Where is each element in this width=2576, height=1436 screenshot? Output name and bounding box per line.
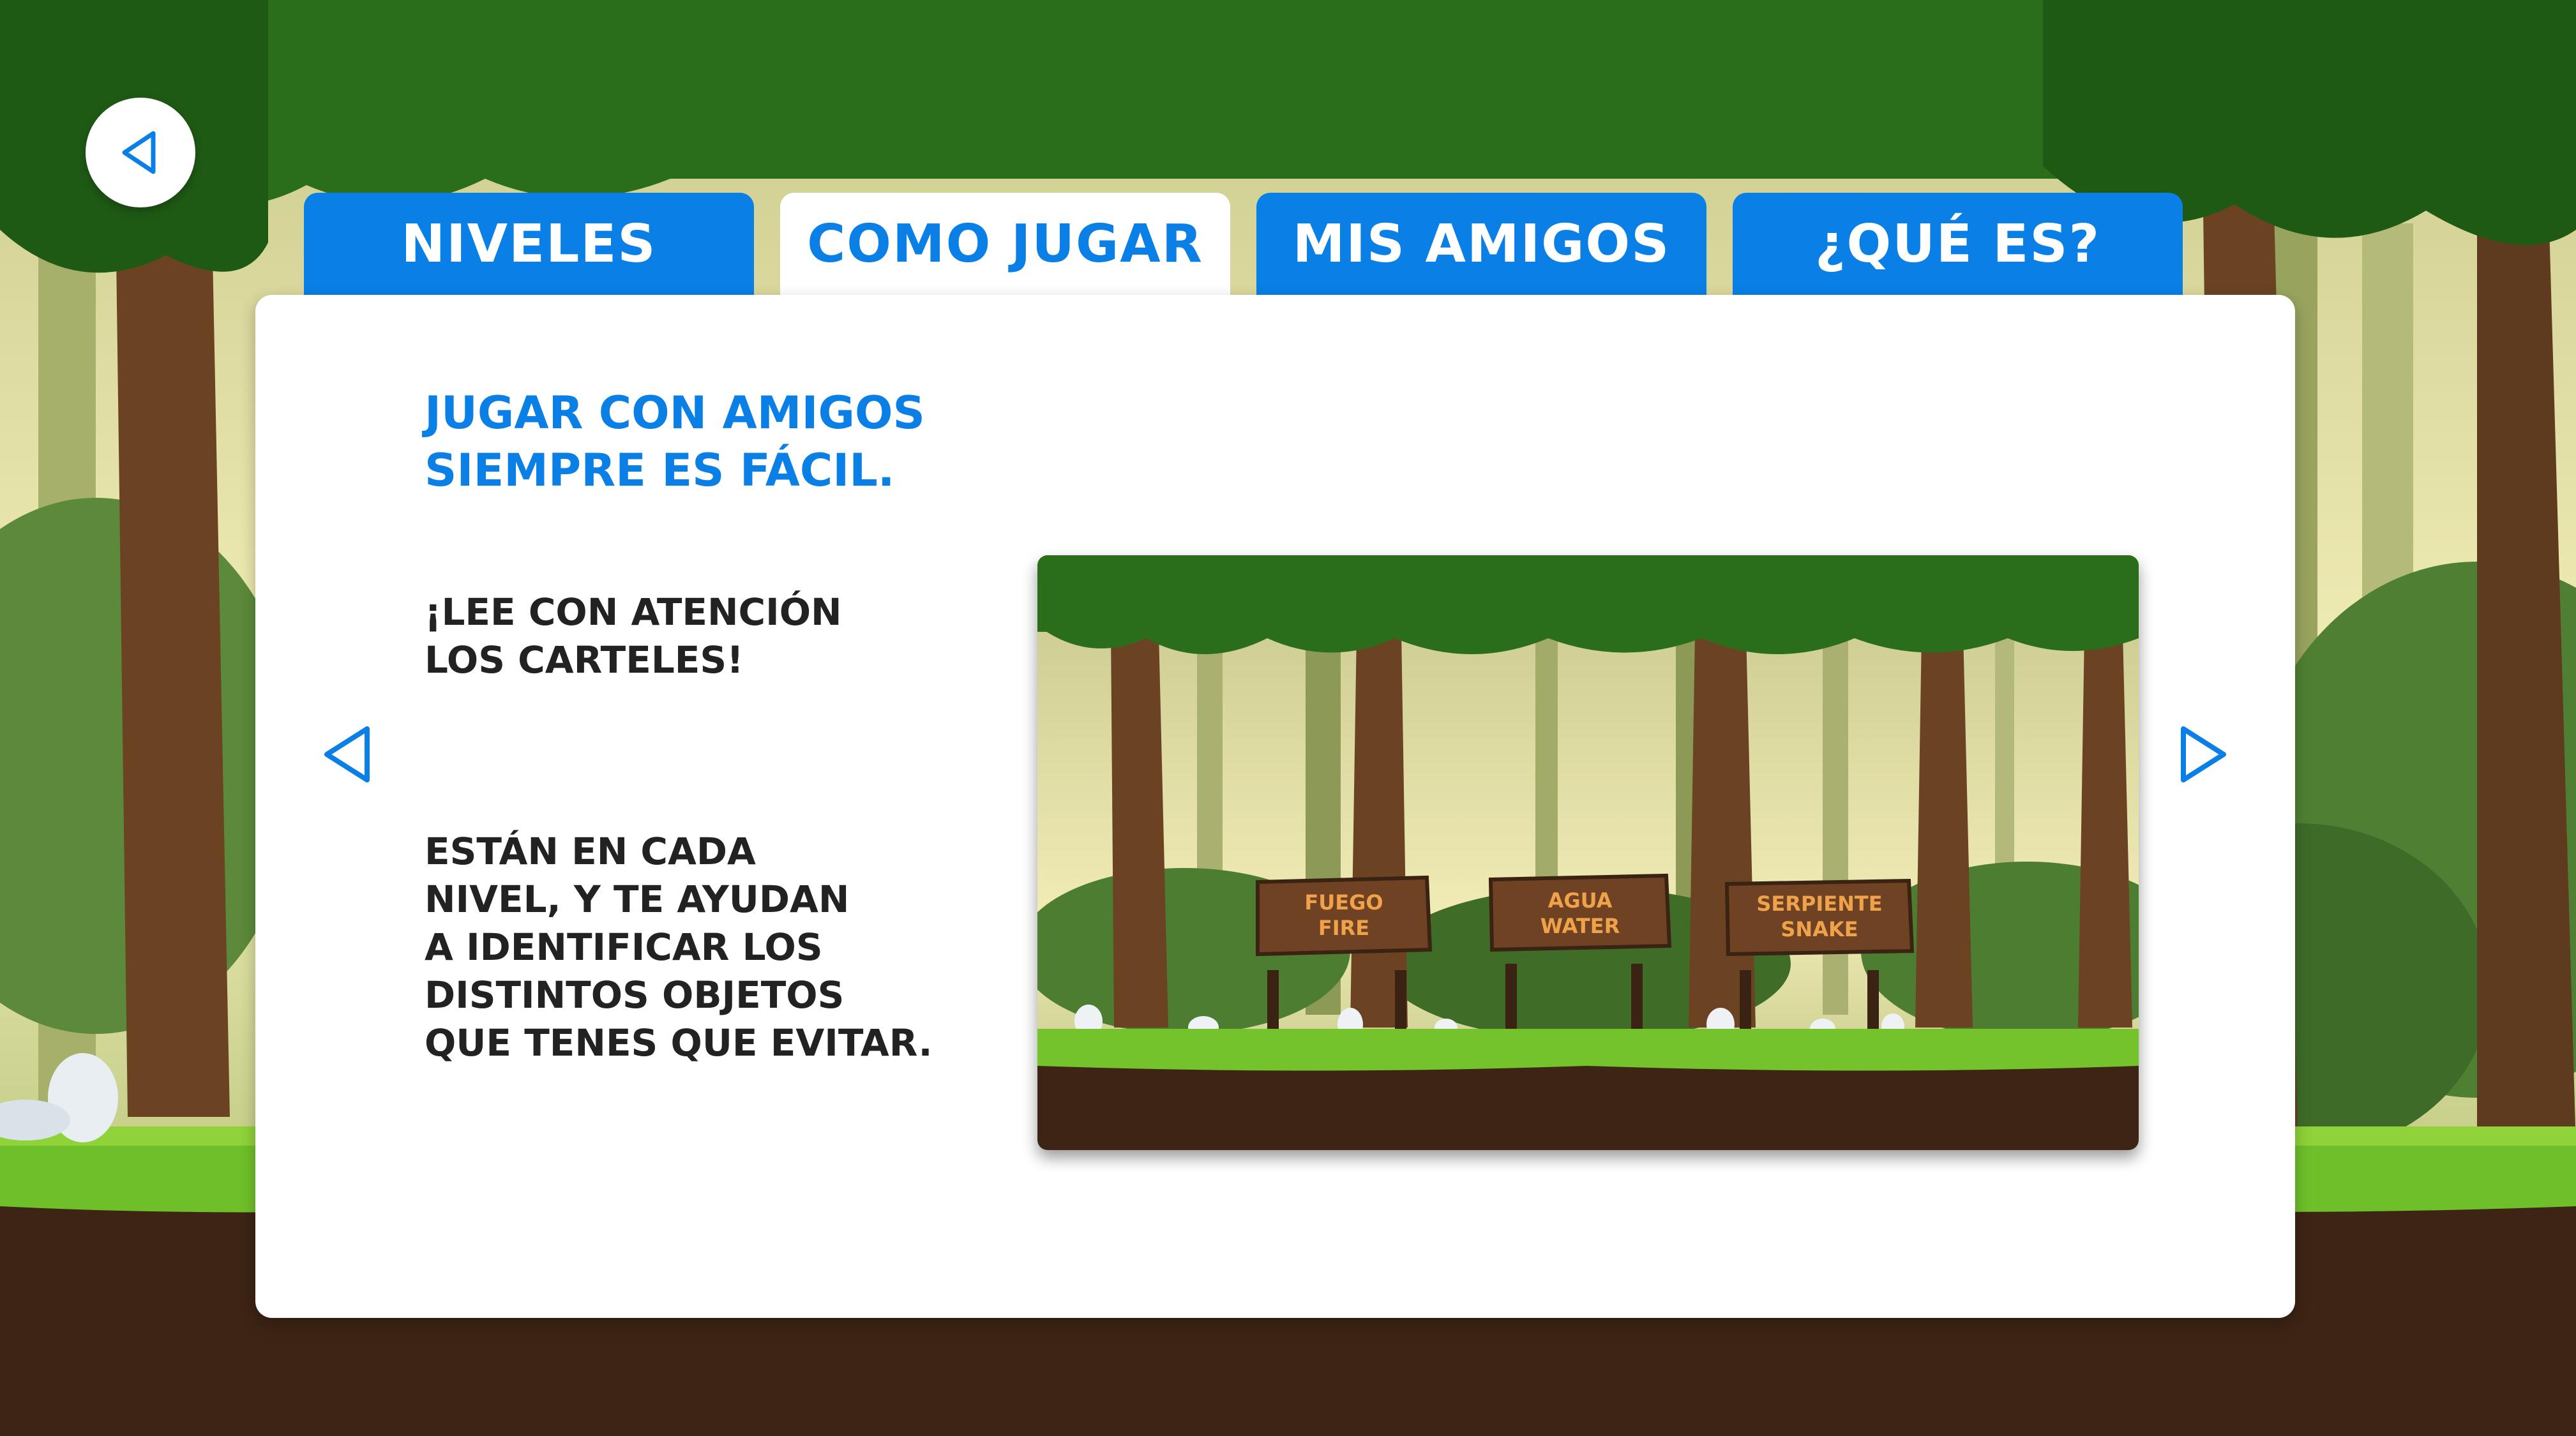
instructions-text: ¡LEE CON ATENCIÓN LOS CARTELES! ESTÁN EN…: [425, 541, 999, 1115]
chevron-left-icon: [324, 726, 370, 782]
content-panel: JUGAR CON AMIGOS SIEMPRE ES FÁCIL. ¡LEE …: [255, 295, 2295, 1318]
sign-3-line-2: SNAKE: [1781, 917, 1858, 941]
sign-2-line-1: AGUA: [1548, 888, 1613, 913]
tab-como-jugar[interactable]: COMO JUGAR: [780, 193, 1230, 295]
tab-que-es[interactable]: ¿QUÉ ES?: [1733, 193, 2183, 295]
sign-1-line-2: FIRE: [1318, 916, 1369, 940]
back-button[interactable]: [86, 98, 195, 207]
instructions-paragraph-1: ¡LEE CON ATENCIÓN LOS CARTELES!: [425, 590, 842, 682]
back-arrow-icon: [122, 131, 156, 174]
sign-3-line-1: SERPIENTE: [1756, 892, 1882, 916]
sign-2-line-2: WATER: [1540, 914, 1620, 938]
chevron-right-icon: [2181, 726, 2226, 782]
prev-slide-button[interactable]: [313, 719, 383, 789]
instructions-paragraph-2: ESTÁN EN CADA NIVEL, Y TE AYUDAN A IDENT…: [425, 830, 933, 1065]
tab-mis-amigos[interactable]: MIS AMIGOS: [1256, 193, 1706, 295]
headline: JUGAR CON AMIGOS SIEMPRE ES FÁCIL.: [425, 387, 925, 497]
game-preview-image: FUEGO FIRE AGUA WATER SERPIENTE SNAKE: [1037, 555, 2139, 1150]
next-slide-button[interactable]: [2167, 719, 2238, 789]
sign-1-line-1: FUEGO: [1304, 890, 1383, 915]
tab-niveles[interactable]: NIVELES: [304, 193, 754, 295]
